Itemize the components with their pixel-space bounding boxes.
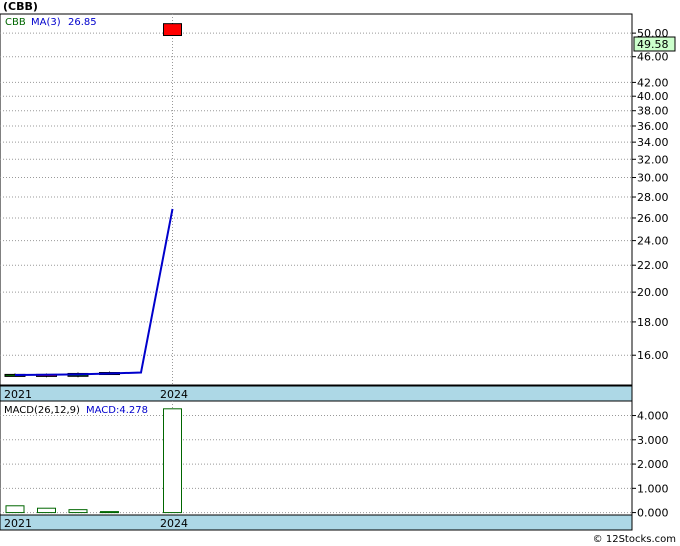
price-plot-area [0,13,633,386]
macd-x-axis-band [0,514,633,531]
macd-panel: 4.000 3.000 2.000 1.000 0.000 2021 2024 MACD… [0,400,669,531]
candle-body [163,23,182,37]
price-y-tick-label: 46.00 [637,51,669,64]
price-y-tick-label: 42.00 [637,76,669,89]
macd-bar [68,509,88,514]
price-y-tick-label: 22.00 [637,259,669,272]
macd-legend-value: MACD:4.278 [86,405,148,416]
macd-legend-params: MACD(26,12,9) [4,405,80,416]
macd-bar [100,511,119,514]
price-y-tick-label: 38.00 [637,105,669,118]
macd-y-tick-label: 0.000 [637,507,669,520]
legend-ma-value: 26.85 [68,17,97,28]
stock-chart: 50.0046.0042.0040.0038.0036.0034.0032.00… [0,13,676,531]
macd-x-label-2021: 2021 [4,517,32,530]
macd-x-label-2024: 2024 [160,517,188,530]
last-price-label: 49.58 [637,38,669,51]
macd-bar [163,408,182,514]
legend-symbol: CBB [5,17,26,28]
price-x-label-2024: 2024 [160,388,188,401]
price-y-tick-label: 20.00 [637,286,669,299]
price-x-label-2021: 2021 [4,388,32,401]
macd-plot-area [0,400,633,516]
macd-bar [37,507,56,514]
price-y-tick-label: 28.00 [637,191,669,204]
macd-y-tick-label: 4.000 [637,410,669,423]
price-panel: 50.0046.0042.0040.0038.0036.0034.0032.00… [0,13,676,402]
macd-y-tick-label: 3.000 [637,434,669,447]
macd-y-tick-label: 2.000 [637,458,669,471]
macd-y-tick-label: 1.000 [637,482,669,495]
price-y-tick-label: 36.00 [637,120,669,133]
price-y-tick-label: 16.00 [637,349,669,362]
site-credit: © 12Stocks.com [592,534,676,545]
price-y-tick-label: 40.00 [637,90,669,103]
price-y-tick-label: 26.00 [637,212,669,225]
price-y-tick-label: 34.00 [637,136,669,149]
macd-bar [5,505,25,514]
price-y-tick-label: 30.00 [637,172,669,185]
legend-ma-label: MA(3) [31,17,61,28]
price-y-tick-label: 24.00 [637,235,669,248]
price-y-tick-label: 18.00 [637,316,669,329]
price-y-tick-label: 32.00 [637,153,669,166]
price-x-axis-band [0,385,633,402]
